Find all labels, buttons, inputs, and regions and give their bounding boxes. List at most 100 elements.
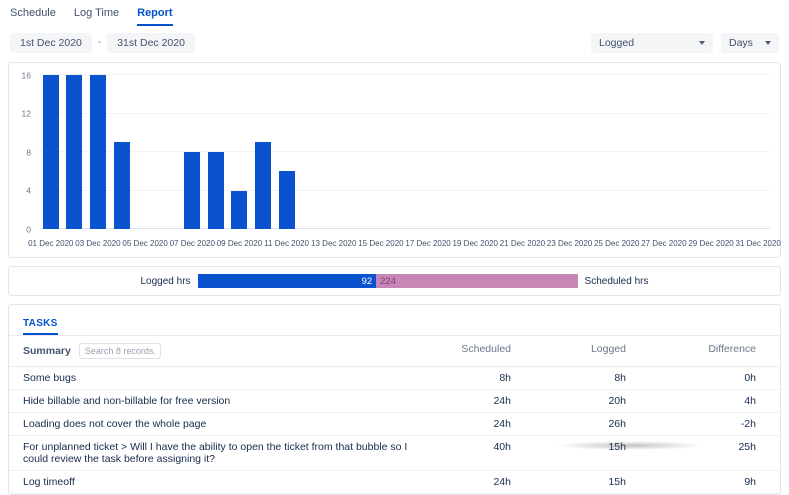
- cell-summary: Log timeoff: [9, 471, 420, 494]
- bar-07 Dec 2020[interactable]: [184, 152, 200, 229]
- cell-logged: 8h: [535, 367, 650, 390]
- bar-slot: [723, 75, 747, 229]
- y-tick-label: 4: [26, 186, 31, 195]
- table-row[interactable]: Log timeoff24h15h9h: [9, 471, 780, 494]
- logged-hrs-label: Logged hrs: [141, 276, 191, 287]
- bar-slot: [204, 75, 228, 229]
- search-input[interactable]: [79, 343, 161, 359]
- column-header-logged[interactable]: Logged: [535, 336, 650, 367]
- tasks-tbody: Some bugs8h8h0hHide billable and non-bil…: [9, 367, 780, 494]
- tasks-panel: TASKS Summary Scheduled Logged Differenc…: [8, 304, 781, 495]
- bar-slot: [534, 75, 558, 229]
- chart-plot: [39, 75, 770, 229]
- tasks-section-tab[interactable]: TASKS: [23, 318, 58, 335]
- bar-slot: [605, 75, 629, 229]
- hours-progress-bar: 92 224: [198, 274, 578, 288]
- tab-schedule[interactable]: Schedule: [10, 7, 56, 26]
- interval-select[interactable]: Days: [721, 33, 779, 53]
- progress-logged-segment[interactable]: 92: [198, 274, 377, 288]
- y-tick-label: 16: [22, 71, 31, 80]
- bar-slot: [511, 75, 535, 229]
- x-tick-label: 17 Dec 2020: [405, 239, 450, 248]
- y-tick-label: 0: [26, 225, 31, 234]
- x-tick-label: 09 Dec 2020: [217, 239, 262, 248]
- bar-01 Dec 2020[interactable]: [43, 75, 59, 229]
- bar-slot: [39, 75, 63, 229]
- bar-slot: [676, 75, 700, 229]
- table-row[interactable]: For unplanned ticket > Will I have the a…: [9, 436, 780, 471]
- x-tick-label: 15 Dec 2020: [358, 239, 403, 248]
- bar-02 Dec 2020[interactable]: [66, 75, 82, 229]
- x-tick-label: 11 Dec 2020: [264, 239, 309, 248]
- metric-select[interactable]: Logged: [591, 33, 713, 53]
- date-to-button[interactable]: 31st Dec 2020: [107, 33, 195, 53]
- x-tick-label: 21 Dec 2020: [500, 239, 545, 248]
- x-tick-label: 23 Dec 2020: [547, 239, 592, 248]
- bar-slot: [746, 75, 770, 229]
- x-tick-label: 01 Dec 2020: [28, 239, 73, 248]
- metric-select-value: Logged: [599, 37, 634, 49]
- hours-summary-panel: Logged hrs 92 224 Scheduled hrs: [8, 266, 781, 296]
- bar-10 Dec 2020[interactable]: [255, 142, 271, 229]
- date-range: 1st Dec 2020 - 31st Dec 2020: [10, 33, 195, 53]
- bar-slot: [275, 75, 299, 229]
- x-tick-label: 05 Dec 2020: [122, 239, 167, 248]
- table-row[interactable]: Some bugs8h8h0h: [9, 367, 780, 390]
- cell-difference: 25h: [650, 436, 780, 471]
- bar-slot: [133, 75, 157, 229]
- bar-slot: [157, 75, 181, 229]
- column-header-scheduled[interactable]: Scheduled: [420, 336, 535, 367]
- bar-slot: [63, 75, 87, 229]
- table-row[interactable]: Loading does not cover the whole page24h…: [9, 413, 780, 436]
- cell-difference: 9h: [650, 471, 780, 494]
- cell-summary: Loading does not cover the whole page: [9, 413, 420, 436]
- scheduled-hours-value: 224: [380, 276, 396, 287]
- cell-logged: 15h: [535, 471, 650, 494]
- cell-scheduled: 24h: [420, 413, 535, 436]
- logged-hours-chart-panel: 0481216 01 Dec 202003 Dec 202005 Dec 202…: [8, 62, 781, 258]
- cell-logged: 26h: [535, 413, 650, 436]
- column-header-difference[interactable]: Difference: [650, 336, 780, 367]
- toolbar: 1st Dec 2020 - 31st Dec 2020 Logged Days: [0, 26, 789, 54]
- cell-difference: 4h: [650, 390, 780, 413]
- x-tick-label: 13 Dec 2020: [311, 239, 356, 248]
- bar-slot: [416, 75, 440, 229]
- bar-slot: [228, 75, 252, 229]
- bar-slot: [322, 75, 346, 229]
- cell-summary: Some bugs: [9, 367, 420, 390]
- bar-slot: [581, 75, 605, 229]
- bar-08 Dec 2020[interactable]: [208, 152, 224, 229]
- bar-slot: [369, 75, 393, 229]
- cell-logged: 15h: [535, 436, 650, 471]
- cell-difference: -2h: [650, 413, 780, 436]
- x-tick-label: 31 Dec 2020: [736, 239, 781, 248]
- report-page: { "tabs": [ {"label": "Schedule", "activ…: [0, 0, 789, 450]
- logged-hours-value: 92: [362, 276, 373, 287]
- bar-slot: [440, 75, 464, 229]
- bar-slot: [251, 75, 275, 229]
- chart-bars: [39, 75, 770, 229]
- cell-summary: For unplanned ticket > Will I have the a…: [9, 436, 420, 471]
- bar-03 Dec 2020[interactable]: [90, 75, 106, 229]
- cell-scheduled: 24h: [420, 390, 535, 413]
- bar-09 Dec 2020[interactable]: [231, 191, 247, 230]
- scheduled-hrs-label: Scheduled hrs: [585, 276, 649, 287]
- tab-bar: Schedule Log Time Report: [0, 0, 789, 26]
- column-header-summary[interactable]: Summary: [9, 336, 420, 367]
- cell-scheduled: 8h: [420, 367, 535, 390]
- cell-summary: Hide billable and non-billable for free …: [9, 390, 420, 413]
- summary-column-label: Summary: [23, 345, 71, 357]
- tasks-table: Summary Scheduled Logged Difference Some…: [9, 335, 780, 494]
- date-range-separator: -: [98, 37, 101, 48]
- progress-scheduled-segment[interactable]: 224: [376, 274, 577, 288]
- tab-log-time[interactable]: Log Time: [74, 7, 119, 26]
- tab-report[interactable]: Report: [137, 7, 172, 26]
- x-tick-label: 29 Dec 2020: [688, 239, 733, 248]
- bar-slot: [463, 75, 487, 229]
- date-from-button[interactable]: 1st Dec 2020: [10, 33, 92, 53]
- chevron-down-icon: [699, 41, 705, 45]
- bar-04 Dec 2020[interactable]: [114, 142, 130, 229]
- bar-11 Dec 2020[interactable]: [279, 171, 295, 229]
- table-row[interactable]: Hide billable and non-billable for free …: [9, 390, 780, 413]
- bar-slot: [393, 75, 417, 229]
